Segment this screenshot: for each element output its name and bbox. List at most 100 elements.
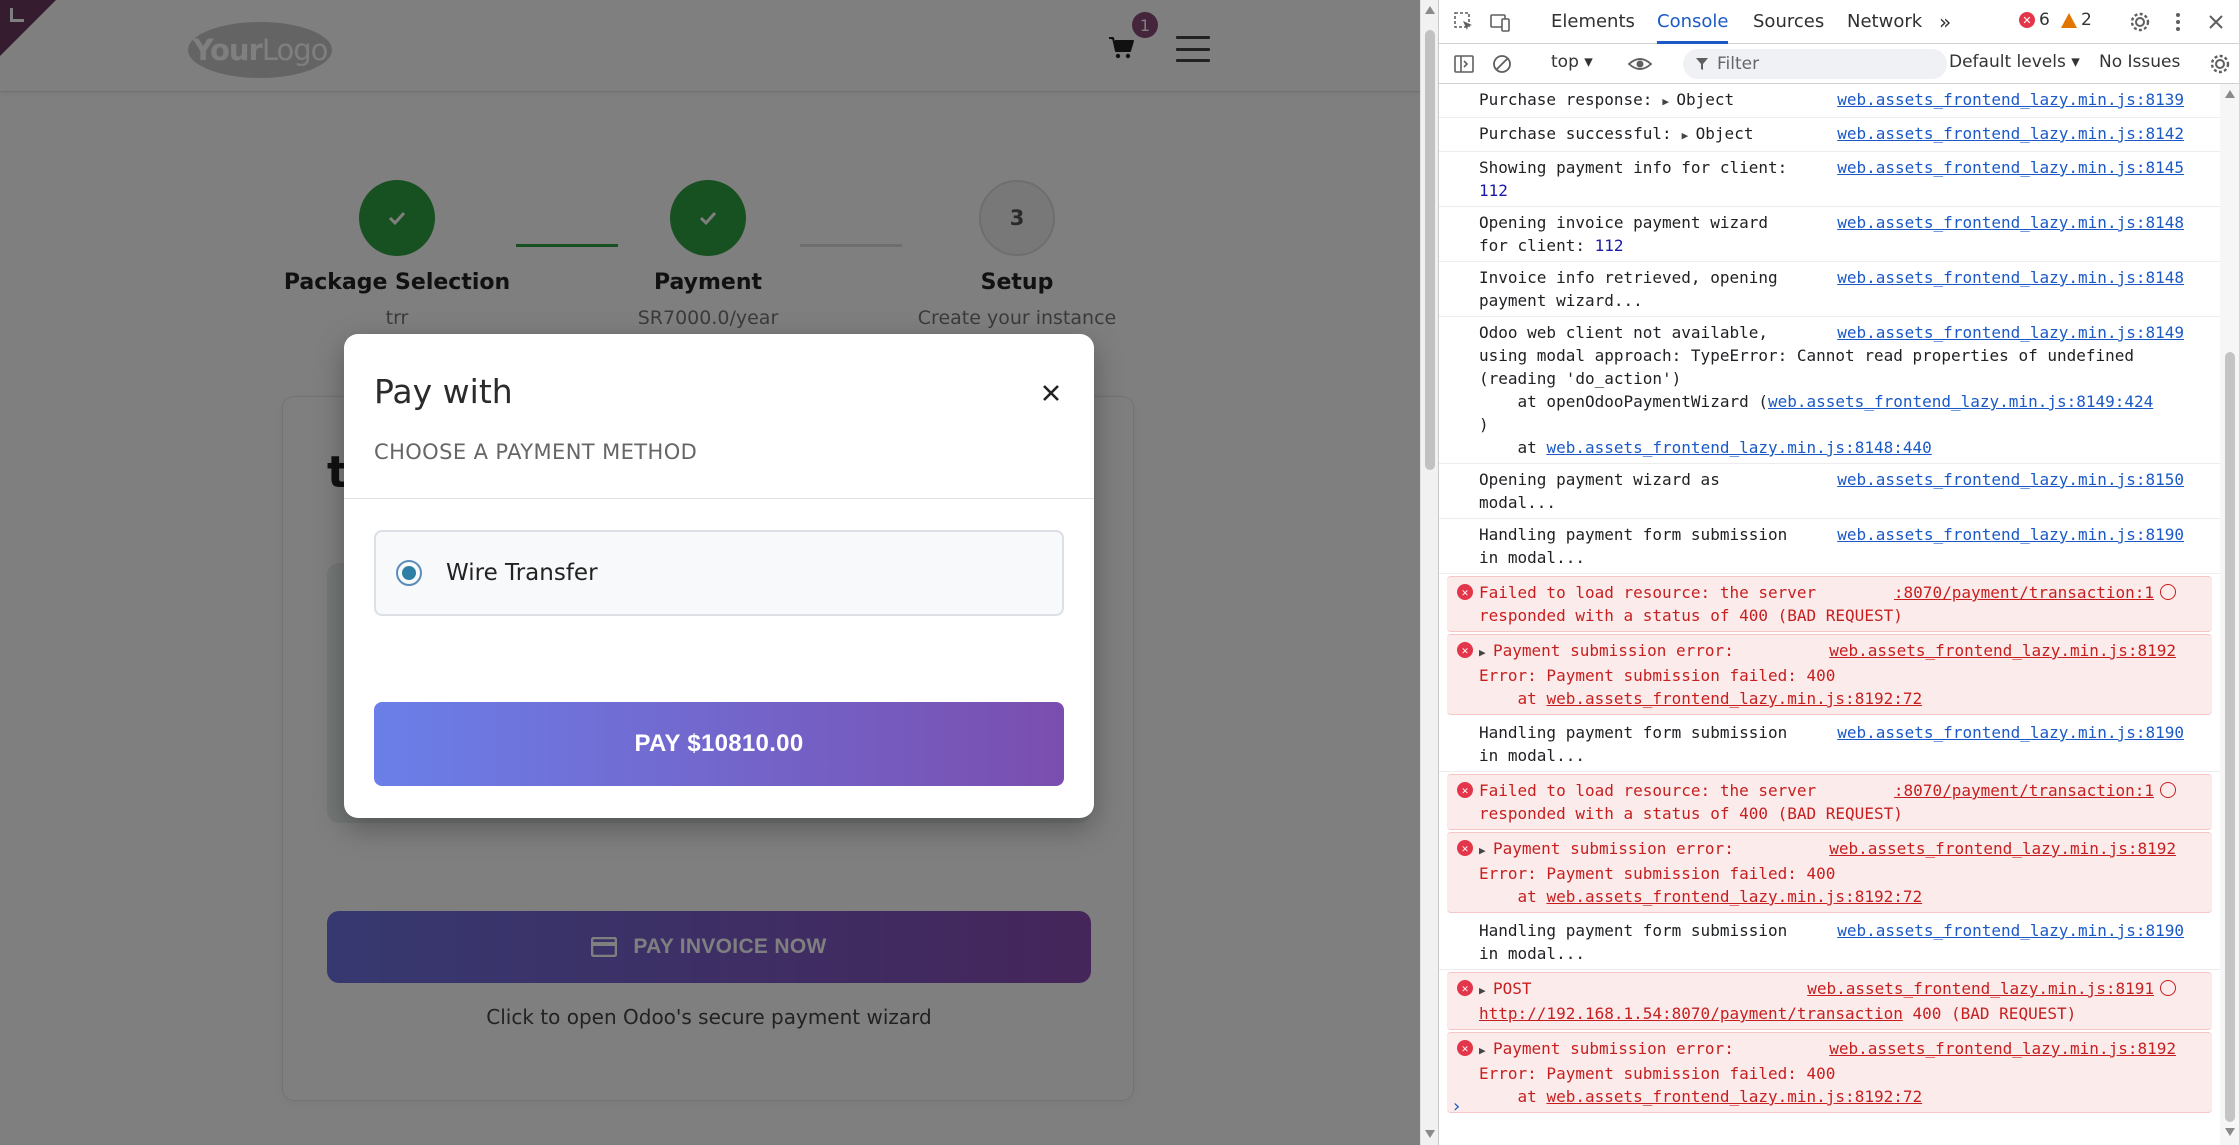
- console-output: Purchase response: ▶ Object web.assets_fro…: [1439, 84, 2220, 1145]
- expand-triangle-icon[interactable]: ▶: [1479, 839, 1493, 862]
- message-text: Payment submission error:: [1493, 1039, 1734, 1058]
- source-link[interactable]: web.assets_frontend_lazy.min.js:8142: [1829, 122, 2184, 145]
- source-link[interactable]: :8070/payment/transaction:1: [1885, 581, 2176, 604]
- console-message: Showing payment info for client: 112 web…: [1439, 152, 2220, 207]
- network-globe-icon: [2160, 584, 2176, 600]
- message-text: responded with a status of 400 (BAD REQU…: [1479, 606, 1903, 625]
- error-icon: ✕: [1457, 584, 1473, 600]
- console-message: Handling payment form submission in moda…: [1439, 717, 2220, 772]
- tab-elements[interactable]: Elements: [1551, 0, 1635, 44]
- clear-console-icon[interactable]: [1491, 53, 1513, 75]
- warning-icon: [2061, 12, 2077, 28]
- source-link[interactable]: :8070/payment/transaction:1: [1885, 779, 2176, 802]
- object-label: Object: [1676, 90, 1735, 109]
- sidebar-toggle-icon[interactable]: [1453, 53, 1475, 75]
- message-number: 112: [1479, 181, 1508, 200]
- error-icon: ✕: [2019, 12, 2035, 28]
- close-devtools-icon[interactable]: [2205, 11, 2227, 33]
- message-text: Purchase response:: [1479, 90, 1653, 109]
- source-link[interactable]: web.assets_frontend_lazy.min.js:8148: [1829, 266, 2184, 289]
- console-toolbar: top ▾ Filter Default levels ▾ No Issues: [1439, 44, 2239, 84]
- tab-network[interactable]: Network: [1847, 0, 1922, 44]
- source-link[interactable]: web.assets_frontend_lazy.min.js:8150: [1829, 468, 2184, 491]
- source-link[interactable]: web.assets_frontend_lazy.min.js:8192: [1821, 639, 2176, 662]
- tab-console[interactable]: Console: [1657, 0, 1729, 44]
- source-link[interactable]: web.assets_frontend_lazy.min.js:8190: [1829, 721, 2184, 744]
- expandable-object[interactable]: ▶ Object: [1682, 122, 1754, 147]
- stack-frame-link[interactable]: web.assets_frontend_lazy.min.js:8192:72: [1546, 887, 1922, 906]
- source-link[interactable]: web.assets_frontend_lazy.min.js:8145: [1829, 156, 2184, 179]
- console-prompt-icon[interactable]: ›: [1453, 1096, 1460, 1117]
- source-link[interactable]: web.assets_frontend_lazy.min.js:8191: [1799, 977, 2176, 1000]
- settings-gear-icon[interactable]: [2129, 11, 2151, 33]
- console-filter-input[interactable]: Filter: [1683, 49, 1947, 79]
- issues-indicator[interactable]: No Issues: [2099, 52, 2180, 72]
- message-text: 400 (BAD REQUEST): [1902, 1004, 2077, 1023]
- device-toolbar-icon[interactable]: [1489, 11, 1511, 33]
- expandable-object[interactable]: ▶ Object: [1662, 88, 1734, 113]
- message-text: responded with a status of 400 (BAD REQU…: [1479, 804, 1903, 823]
- object-label: Object: [1695, 124, 1754, 143]
- console-message: Odoo web client not available, using mod…: [1439, 317, 2220, 464]
- console-error: ✕ ▶ Payment submission error: Error: Paym…: [1447, 1032, 2212, 1113]
- context-selector[interactable]: top ▾: [1551, 52, 1593, 72]
- message-text: (reading 'do_action'): [1479, 369, 1682, 388]
- expand-triangle-icon[interactable]: ▶: [1479, 641, 1493, 664]
- more-tabs-icon[interactable]: »: [1939, 0, 1951, 44]
- stack-frame-text: at openOdooPaymentWizard (: [1479, 392, 1768, 411]
- console-message: Opening invoice payment wizard for clien…: [1439, 207, 2220, 262]
- console-scrollbar[interactable]: [2220, 84, 2239, 1145]
- error-icon: ✕: [1457, 782, 1473, 798]
- message-text: for client:: [1479, 236, 1585, 255]
- close-icon[interactable]: [1036, 378, 1066, 408]
- message-text: in modal...: [1479, 548, 1585, 567]
- source-link[interactable]: web.assets_frontend_lazy.min.js:8190: [1829, 919, 2184, 942]
- stack-frame-link[interactable]: web.assets_frontend_lazy.min.js:8149:424: [1768, 392, 2153, 411]
- source-link[interactable]: web.assets_frontend_lazy.min.js:8148: [1829, 211, 2184, 234]
- console-message: Purchase successful: ▶ Object web.assets_f…: [1439, 118, 2220, 152]
- error-icon: ✕: [1457, 1040, 1473, 1056]
- console-settings-gear-icon[interactable]: [2209, 53, 2231, 75]
- request-url-link[interactable]: http://192.168.1.54:8070/payment/transac…: [1479, 1004, 1903, 1023]
- warning-count: 2: [2081, 10, 2092, 30]
- filter-icon: [1696, 58, 1708, 70]
- page-scrollbar[interactable]: [1420, 0, 1438, 1145]
- expand-triangle-icon[interactable]: ▶: [1479, 1039, 1493, 1062]
- stack-frame-text: at: [1479, 1087, 1547, 1106]
- modal-divider: [344, 498, 1094, 499]
- message-text: Payment submission error:: [1493, 839, 1734, 858]
- log-levels-value: Default levels: [1949, 52, 2066, 72]
- stack-frame-link[interactable]: web.assets_frontend_lazy.min.js:8148:440: [1546, 438, 1931, 457]
- source-link[interactable]: web.assets_frontend_lazy.min.js:8192: [1821, 837, 2176, 860]
- kebab-menu-icon[interactable]: [2167, 11, 2189, 33]
- message-text: Error: Payment submission failed: 400: [1479, 1064, 1836, 1083]
- stack-frame-link[interactable]: web.assets_frontend_lazy.min.js:8192:72: [1546, 1087, 1922, 1106]
- source-link[interactable]: web.assets_frontend_lazy.min.js:8149: [1829, 321, 2184, 344]
- source-link[interactable]: web.assets_frontend_lazy.min.js:8139: [1829, 88, 2184, 111]
- pay-button[interactable]: PAY $10810.00: [374, 702, 1064, 786]
- stack-frame-link[interactable]: web.assets_frontend_lazy.min.js:8192:72: [1546, 689, 1922, 708]
- live-expression-eye-icon[interactable]: [1627, 53, 1653, 75]
- network-globe-icon: [2160, 980, 2176, 996]
- payment-modal: Pay with CHOOSE A PAYMENT METHOD Wire Tr…: [344, 334, 1094, 818]
- stack-frame-text: at: [1479, 438, 1547, 457]
- expand-triangle-icon[interactable]: ▶: [1479, 979, 1493, 1002]
- source-link[interactable]: web.assets_frontend_lazy.min.js:8190: [1829, 523, 2184, 546]
- stack-frame-text: at: [1479, 689, 1547, 708]
- inspect-element-icon[interactable]: [1453, 11, 1475, 33]
- web-page: YourLogo 1 Package Selection trr Payment…: [0, 0, 1420, 1145]
- warning-count-badge[interactable]: 2: [2061, 10, 2092, 30]
- filter-placeholder: Filter: [1717, 54, 1760, 74]
- context-value: top: [1551, 52, 1579, 72]
- message-text: Error: Payment submission failed: 400: [1479, 666, 1836, 685]
- message-text: POST: [1493, 979, 1532, 998]
- message-text: using modal approach: TypeError: Cannot …: [1479, 346, 2135, 365]
- error-count-badge[interactable]: ✕ 6: [2019, 10, 2050, 30]
- payment-method-wire-transfer[interactable]: Wire Transfer: [374, 530, 1064, 616]
- radio-button[interactable]: [396, 560, 422, 586]
- payment-method-label: Wire Transfer: [446, 560, 598, 586]
- source-link-text: :8070/payment/transaction:1: [1893, 781, 2154, 800]
- log-levels-dropdown[interactable]: Default levels ▾: [1949, 52, 2080, 72]
- tab-sources[interactable]: Sources: [1753, 0, 1824, 44]
- source-link[interactable]: web.assets_frontend_lazy.min.js:8192: [1821, 1037, 2176, 1060]
